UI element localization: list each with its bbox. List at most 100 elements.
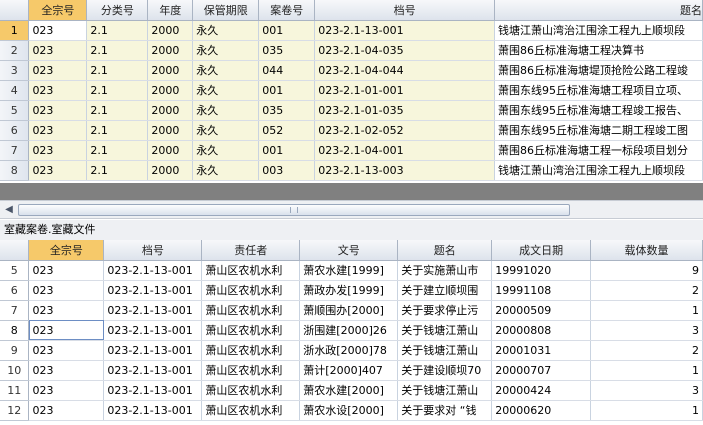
table-cell[interactable]: 023-2.1-04-035 [314, 40, 495, 61]
table-cell[interactable]: 023-2.1-13-001 [103, 300, 203, 321]
table-cell[interactable]: 萧山区农机水利 [201, 280, 301, 301]
table-cell[interactable]: 萧农水建[1999] [299, 260, 399, 281]
row-number[interactable]: 5 [0, 260, 30, 281]
grid-corner[interactable] [0, 0, 30, 21]
table-cell[interactable]: 2.1 [86, 160, 149, 181]
column-header[interactable]: 题名 [397, 240, 493, 261]
table-row[interactable]: 12 023 023-2.1-13-001 萧山区农机水利 萧农水设[2000] 关于要求… [0, 400, 703, 421]
row-number[interactable]: 1 [0, 20, 30, 41]
row-number[interactable]: 5 [0, 100, 30, 121]
table-cell[interactable]: 2.1 [86, 60, 149, 81]
table-row[interactable]: 2 023 2.1 2000 永久 035 023-2.1-04-035 萧围86丘标准海塘工… [0, 40, 703, 61]
table-cell[interactable]: 2000 [147, 20, 194, 41]
row-number[interactable]: 2 [0, 40, 30, 61]
table-cell[interactable]: 20000808 [491, 320, 592, 341]
table-cell[interactable]: 19991108 [491, 280, 592, 301]
table-cell[interactable]: 萧山区农机水利 [201, 340, 301, 361]
table-cell[interactable]: 035 [258, 100, 316, 121]
table-cell[interactable]: 2000 [147, 80, 194, 101]
row-number[interactable]: 8 [0, 160, 30, 181]
table-cell[interactable]: 2.1 [86, 140, 149, 161]
row-number[interactable]: 10 [0, 360, 30, 381]
table-cell[interactable]: 2000 [147, 40, 194, 61]
table-cell[interactable]: 关于建设顺坝70 [397, 360, 493, 381]
table-cell[interactable]: 023-2.1-13-001 [103, 400, 203, 421]
table-cell[interactable]: 023 [28, 380, 105, 401]
column-header[interactable]: 档号 [103, 240, 203, 261]
table-row[interactable]: 9 023 023-2.1-13-001 萧山区农机水利 浙水政[2000]78 关于钱塘… [0, 340, 703, 361]
table-cell[interactable]: 19991020 [491, 260, 592, 281]
row-number[interactable]: 8 [0, 320, 30, 341]
table-row[interactable]: 7 023 023-2.1-13-001 萧山区农机水利 萧顺围办[2000] 关于要求停… [0, 300, 703, 321]
table-cell[interactable]: 萧围86丘标准海塘工程决算书 [494, 40, 703, 61]
table-cell[interactable]: 浙水政[2000]78 [299, 340, 399, 361]
table-cell[interactable]: 萧政办发[1999] [299, 280, 399, 301]
row-number[interactable]: 11 [0, 380, 30, 401]
table-cell[interactable]: 023 [28, 340, 105, 361]
table-row[interactable]: 8 023 2.1 2000 永久 003 023-2.1-13-003 钱塘江萧山湾治江围涂… [0, 160, 703, 181]
column-header[interactable]: 案卷号 [258, 0, 316, 21]
table-row[interactable]: 11 023 023-2.1-13-001 萧山区农机水利 萧农水建[2000] 关于钱塘… [0, 380, 703, 401]
table-cell[interactable]: 萧山区农机水利 [201, 320, 301, 341]
table-cell[interactable]: 永久 [192, 60, 260, 81]
table-cell[interactable]: 萧围东线95丘标准海塘工程竣工报告、 [494, 100, 703, 121]
table-cell[interactable]: 萧围东线95丘标准海塘二期工程竣工图 [494, 120, 703, 141]
table-cell[interactable]: 2.1 [86, 80, 149, 101]
table-cell[interactable]: 023-2.1-04-001 [314, 140, 495, 161]
table-cell[interactable]: 20000424 [491, 380, 592, 401]
table-cell[interactable]: 关于要求停止污 [397, 300, 493, 321]
table-cell[interactable]: 2000 [147, 120, 194, 141]
table-cell[interactable]: 003 [258, 160, 316, 181]
table-cell[interactable]: 023 [28, 300, 105, 321]
table-cell[interactable]: 001 [258, 20, 316, 41]
table-cell[interactable]: 萧山区农机水利 [201, 260, 301, 281]
table-cell[interactable]: 关于实施萧山市 [397, 260, 493, 281]
table-cell[interactable]: 萧山区农机水利 [201, 400, 301, 421]
row-number[interactable]: 4 [0, 80, 30, 101]
table-cell[interactable]: 关于建立顺坝围 [397, 280, 493, 301]
table-cell[interactable]: 023-2.1-04-044 [314, 60, 495, 81]
grid-corner[interactable] [0, 240, 30, 261]
table-cell[interactable]: 023-2.1-13-003 [314, 160, 495, 181]
table-cell[interactable]: 关于钱塘江萧山 [397, 340, 493, 361]
table-row[interactable]: 8 023 023-2.1-13-001 萧山区农机水利 浙围建[2000]26 关于钱塘… [0, 320, 703, 341]
archive-file-grid[interactable]: 全宗号 档号 责任者 文号 题名 成文日期 载体数量 5 023 023-2.1-1… [0, 240, 703, 421]
table-cell[interactable]: 023-2.1-01-001 [314, 80, 495, 101]
table-cell[interactable]: 023 [28, 400, 105, 421]
table-cell[interactable]: 钱塘江萧山湾治江围涂工程九上顺坝段 [494, 20, 703, 41]
column-header[interactable]: 分类号 [86, 0, 149, 21]
table-cell[interactable]: 035 [258, 40, 316, 61]
table-cell[interactable]: 萧山区农机水利 [201, 300, 301, 321]
table-cell[interactable]: 023-2.1-13-001 [103, 260, 203, 281]
row-number[interactable]: 7 [0, 300, 30, 321]
row-number[interactable]: 7 [0, 140, 30, 161]
table-cell[interactable]: 023-2.1-13-001 [103, 360, 203, 381]
row-number[interactable]: 12 [0, 400, 30, 421]
table-cell[interactable]: 023 [28, 40, 88, 61]
table-cell[interactable]: 2.1 [86, 120, 149, 141]
table-row[interactable]: 4 023 2.1 2000 永久 001 023-2.1-01-001 萧围东线95丘标准海… [0, 80, 703, 101]
table-row[interactable]: 6 023 023-2.1-13-001 萧山区农机水利 萧政办发[1999] 关于建立顺… [0, 280, 703, 301]
table-cell[interactable]: 023-2.1-13-001 [103, 380, 203, 401]
table-cell[interactable]: 023-2.1-02-052 [314, 120, 495, 141]
row-number[interactable]: 9 [0, 340, 30, 361]
table-cell[interactable]: 023-2.1-13-001 [103, 280, 203, 301]
table-cell[interactable]: 2000 [147, 60, 194, 81]
table-cell[interactable]: 052 [258, 120, 316, 141]
table-cell[interactable]: 023 [28, 280, 105, 301]
table-row[interactable]: 10 023 023-2.1-13-001 萧山区农机水利 萧计[2000]407 关于建… [0, 360, 703, 381]
table-cell[interactable]: 关于钱塘江萧山 [397, 320, 493, 341]
table-cell[interactable]: 永久 [192, 80, 260, 101]
table-cell[interactable]: 2.1 [86, 40, 149, 61]
column-header[interactable]: 责任者 [201, 240, 301, 261]
table-cell[interactable]: 2000 [147, 140, 194, 161]
table-cell[interactable]: 023 [28, 100, 88, 121]
table-cell[interactable]: 20000509 [491, 300, 592, 321]
table-cell[interactable]: 萧顺围办[2000] [299, 300, 399, 321]
table-cell[interactable]: 023-2.1-13-001 [103, 320, 203, 341]
table-cell[interactable]: 萧山区农机水利 [201, 360, 301, 381]
archive-volume-grid[interactable]: 全宗号 分类号 年度 保管期限 案卷号 档号 题名 1 023 2.1 2000 永久 0… [0, 0, 703, 181]
table-cell[interactable]: 9 [590, 260, 703, 281]
table-cell[interactable]: 萧农水设[2000] [299, 400, 399, 421]
table-cell[interactable]: 永久 [192, 20, 260, 41]
